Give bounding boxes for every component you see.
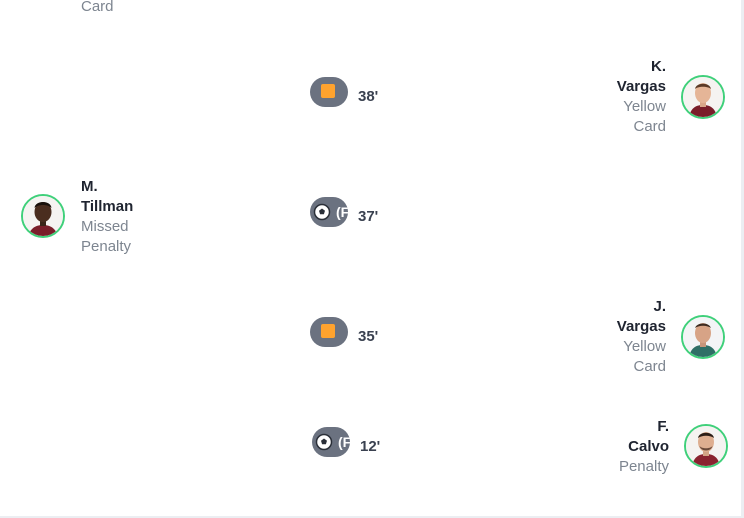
event-player-right[interactable]: F. Calvo Penalty	[619, 417, 669, 477]
player-avatar[interactable]	[681, 315, 725, 359]
event-minute: 12'	[360, 438, 381, 455]
top-partial-event: Card	[81, 0, 114, 17]
yellow-card-icon	[321, 84, 335, 98]
player-name[interactable]: J. Vargas	[617, 297, 666, 337]
event-label: Card	[81, 0, 114, 15]
player-name[interactable]: M. Tillman	[81, 177, 133, 217]
event-player-left[interactable]: M. Tillman Missed Penalty	[81, 177, 133, 257]
event-type-pill	[310, 317, 348, 347]
event-label: Penalty	[618, 458, 669, 475]
player-name[interactable]: K. Vargas	[617, 57, 666, 97]
event-type-pill	[310, 77, 348, 107]
soccer-ball-icon	[313, 203, 331, 221]
event-type-pill: (F	[312, 427, 350, 457]
event-minute: 35'	[358, 328, 379, 345]
event-player-right[interactable]: J. Vargas Yellow Card	[617, 297, 666, 377]
player-name[interactable]: F. Calvo	[619, 417, 669, 457]
pill-overflow-text: (F	[338, 434, 350, 450]
player-avatar[interactable]	[684, 424, 728, 468]
event-minute: 38'	[358, 88, 379, 105]
event-label: Yellow Card	[623, 98, 666, 135]
event-type-pill: (F	[310, 197, 348, 227]
pill-overflow-text: (F	[336, 204, 348, 220]
event-label: Missed Penalty	[81, 218, 132, 255]
player-avatar[interactable]	[681, 75, 725, 119]
soccer-ball-icon	[315, 433, 333, 451]
yellow-card-icon	[321, 324, 335, 338]
event-player-right[interactable]: K. Vargas Yellow Card	[617, 57, 666, 137]
player-avatar[interactable]	[21, 194, 65, 238]
event-label: Yellow Card	[623, 338, 666, 375]
event-minute: 37'	[358, 208, 379, 225]
